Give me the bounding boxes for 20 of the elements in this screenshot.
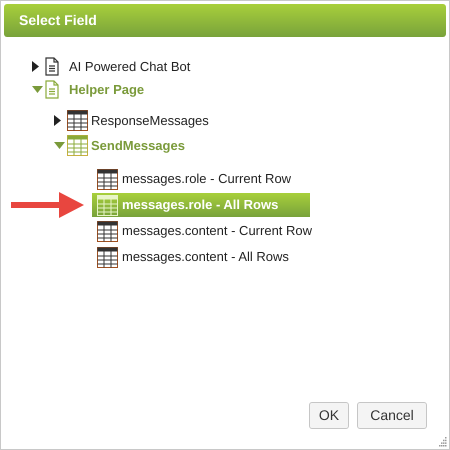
tree-item[interactable]: AI Powered Chat Bot bbox=[69, 56, 190, 76]
tree-item[interactable]: ResponseMessages bbox=[91, 110, 209, 130]
caret-icon[interactable] bbox=[54, 115, 61, 126]
ok-button[interactable]: OK bbox=[309, 402, 349, 429]
resize-grip-icon[interactable] bbox=[437, 437, 447, 447]
table-icon bbox=[97, 220, 118, 242]
table-icon bbox=[67, 135, 88, 156]
table-icon bbox=[97, 194, 118, 216]
document-icon bbox=[45, 80, 59, 99]
field-item[interactable]: messages.content - All Rows bbox=[92, 245, 310, 269]
table-icon bbox=[97, 246, 118, 268]
caret-icon[interactable] bbox=[32, 61, 39, 72]
table-icon bbox=[97, 168, 118, 190]
cancel-button[interactable]: Cancel bbox=[357, 402, 427, 429]
field-item[interactable]: messages.role - Current Row bbox=[92, 167, 310, 191]
field-item[interactable]: messages.content - Current Row bbox=[92, 219, 310, 243]
table-icon bbox=[67, 110, 88, 131]
dialog-title: Select Field bbox=[4, 4, 446, 37]
document-icon bbox=[45, 57, 59, 76]
arrow-icon bbox=[9, 191, 85, 219]
